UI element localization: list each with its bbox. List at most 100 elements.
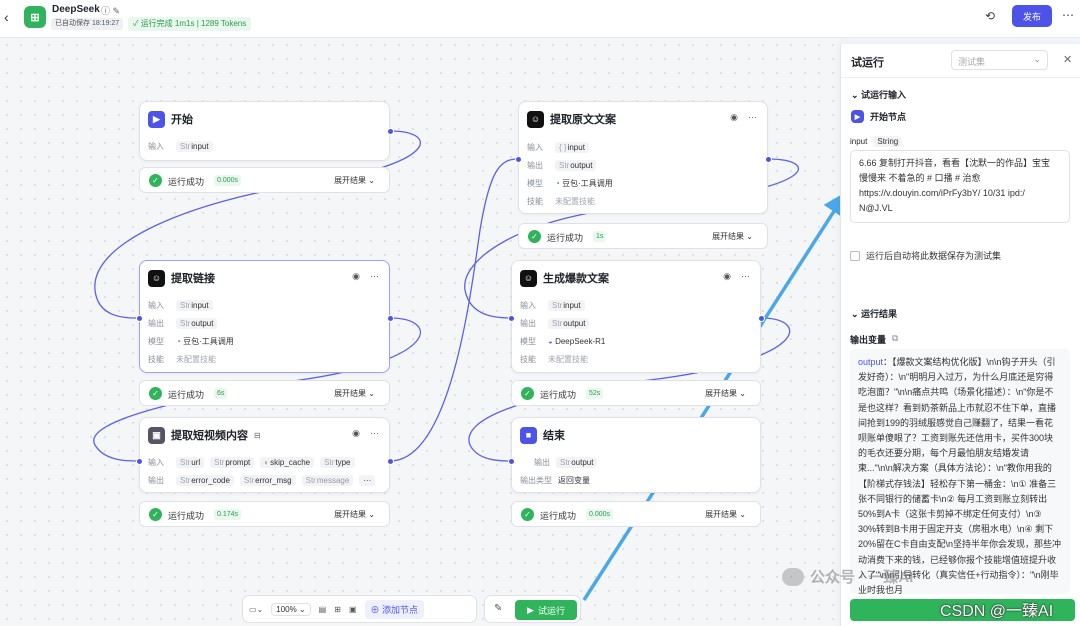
row-label: 输出 bbox=[520, 318, 536, 328]
section-toggle-result[interactable]: ⌄ 运行结果 bbox=[851, 307, 897, 320]
close-icon[interactable]: ✕ bbox=[1063, 53, 1072, 66]
llm-icon: ☺ bbox=[527, 110, 544, 128]
success-check-icon: ✓ bbox=[149, 174, 162, 187]
node-more-icon[interactable]: ··· bbox=[741, 271, 750, 282]
run-node-icon[interactable]: ◉ bbox=[730, 112, 738, 123]
add-node-button[interactable]: ⊕ 添加节点 bbox=[364, 599, 425, 619]
debug-wrench-icon[interactable]: ✎ bbox=[494, 603, 502, 614]
add-node-label: 添加节点 bbox=[382, 604, 419, 615]
node-extract-copy[interactable]: ☺ 提取原文文案 ◉ ··· 输入 { }input 输出 Stroutput 模… bbox=[515, 101, 772, 214]
node-header: ☺ 提取原文文案 bbox=[527, 110, 616, 128]
more-vars-button[interactable]: ··· bbox=[359, 474, 376, 486]
skill-row: 技能 未配置技能 bbox=[520, 352, 588, 366]
layout-icon[interactable]: ⊞ bbox=[334, 605, 341, 614]
output-port[interactable] bbox=[387, 458, 394, 465]
model-row: 模型 ◔ 豆包·工具调用 bbox=[148, 334, 234, 348]
zoom-select[interactable]: 100% ⌄ bbox=[271, 602, 311, 616]
expand-label: 展开结果 bbox=[334, 389, 367, 398]
output-key: output bbox=[858, 357, 884, 367]
output-port[interactable] bbox=[765, 156, 772, 163]
node-result-start: ✓ 运行成功 0.000s 展开结果 ⌄ bbox=[139, 167, 390, 193]
back-chevron-icon[interactable]: ‹ bbox=[4, 9, 16, 25]
input-port[interactable] bbox=[508, 315, 515, 322]
copy-icon[interactable]: ⧉ bbox=[892, 333, 898, 346]
output-port[interactable] bbox=[758, 315, 765, 322]
info-edit-icons[interactable]: ⓘ ✎ bbox=[101, 4, 120, 17]
test-run-button[interactable]: ▶ 试运行 bbox=[515, 600, 577, 620]
expand-result-button[interactable]: 展开结果 ⌄ bbox=[705, 388, 746, 399]
node-header: ▣ 提取短视频内容 ⊟ bbox=[148, 426, 261, 444]
expand-result-button[interactable]: 展开结果 ⌄ bbox=[712, 231, 753, 242]
model-text: 豆包·工具调用 bbox=[183, 336, 234, 346]
expand-label: 展开结果 bbox=[705, 510, 738, 519]
run-node-icon[interactable]: ◉ bbox=[352, 428, 360, 439]
start-node-title: 开始节点 bbox=[870, 112, 907, 122]
expand-result-button[interactable]: 展开结果 ⌄ bbox=[334, 388, 375, 399]
image-icon[interactable]: ▣ bbox=[349, 605, 357, 614]
deepseek-whale-icon: ◒ bbox=[548, 336, 553, 346]
var-tag: Strmessage bbox=[301, 474, 354, 486]
node-extract-link[interactable]: ☺ 提取链接 ◉ ··· 输入 Strinput 输出 Stroutput 模型 … bbox=[136, 260, 394, 373]
output-var-title: 输出变量 bbox=[850, 335, 887, 345]
success-check-icon: ✓ bbox=[528, 230, 541, 243]
var-tag: Strtype bbox=[320, 456, 355, 468]
testset-select[interactable]: 测试集 ⌄ bbox=[951, 50, 1048, 70]
minimap-icon[interactable]: ▭⌄ bbox=[249, 605, 263, 614]
checkbox[interactable] bbox=[850, 250, 860, 261]
result-status: 运行成功 bbox=[168, 390, 205, 400]
var-tag: Strinput bbox=[176, 299, 213, 311]
output-port[interactable] bbox=[387, 128, 394, 135]
success-check-icon: ✓ bbox=[149, 387, 162, 400]
comment-icon[interactable]: ▤ bbox=[319, 605, 327, 614]
testset-placeholder: 测试集 bbox=[958, 57, 986, 67]
expand-result-button[interactable]: 展开结果 ⌄ bbox=[334, 509, 375, 520]
node-title: 开始 bbox=[171, 114, 193, 126]
history-icon[interactable]: ⟲ bbox=[985, 9, 995, 23]
input-textarea[interactable]: 6.66 复制打开抖音，看看【沈默一的作品】宝宝 慢慢来 不着急的 # 口播 #… bbox=[850, 150, 1070, 223]
input-port[interactable] bbox=[136, 315, 143, 322]
row-label: 输出 bbox=[527, 160, 543, 170]
var-tag: Strprompt bbox=[210, 456, 255, 468]
publish-button[interactable]: 发布 bbox=[1012, 5, 1052, 27]
input-port[interactable] bbox=[508, 458, 515, 465]
model-text: 豆包·工具调用 bbox=[562, 178, 613, 188]
input-port[interactable] bbox=[136, 458, 143, 465]
output-port[interactable] bbox=[387, 315, 394, 322]
llm-icon: ☺ bbox=[520, 269, 537, 287]
node-header: ■ 结束 bbox=[520, 426, 565, 444]
node-title: 提取原文文案 bbox=[550, 114, 616, 126]
node-extract-video[interactable]: ▣ 提取短视频内容 ⊟ ◉ ··· 输入 Strurl Strprompt ◐sk… bbox=[136, 417, 394, 493]
node-title: 生成爆款文案 bbox=[543, 273, 609, 285]
run-node-icon[interactable]: ◉ bbox=[352, 271, 360, 282]
section-toggle-input[interactable]: ⌄ 试运行输入 bbox=[851, 88, 906, 101]
input-row: 输入 Strinput bbox=[520, 298, 585, 312]
row-label: 输入 bbox=[148, 457, 164, 467]
result-status: 运行成功 bbox=[168, 511, 205, 521]
output-row: 输出 Stroutput bbox=[148, 316, 218, 330]
result-status: 运行成功 bbox=[540, 511, 577, 521]
node-generate-copy[interactable]: ☺ 生成爆款文案 ◉ ··· 输入 Strinput 输出 Stroutput 模… bbox=[508, 260, 765, 373]
output-result-box: output：【爆款文案结构优化版】\n\n钩子开头（引发好奇）：\n"明明月入… bbox=[850, 349, 1070, 594]
output-text: ：【爆款文案结构优化版】\n\n钩子开头（引发好奇）：\n"明明月入过万，为什么… bbox=[858, 357, 1062, 594]
node-more-icon[interactable]: ··· bbox=[748, 112, 757, 123]
node-header: ▶ 开始 bbox=[148, 110, 193, 128]
more-icon[interactable]: ⋯ bbox=[1062, 8, 1074, 22]
output-row: 输出 Stroutput bbox=[527, 158, 597, 172]
result-status: 运行成功 bbox=[547, 233, 584, 243]
expand-result-button[interactable]: 展开结果 ⌄ bbox=[334, 175, 375, 186]
run-status-text: 运行完成 1m1s | 1289 Tokens bbox=[140, 19, 247, 28]
node-end[interactable]: ■ 结束 输出 Stroutput 输出类型 返回变量 bbox=[508, 417, 761, 493]
run-node-icon[interactable]: ◉ bbox=[723, 271, 731, 282]
node-more-icon[interactable]: ··· bbox=[370, 271, 379, 282]
app-logo-icon: ⊞ bbox=[24, 6, 46, 28]
input-port[interactable] bbox=[515, 156, 522, 163]
var-name: output bbox=[563, 318, 586, 328]
node-more-icon[interactable]: ··· bbox=[370, 428, 379, 439]
input-row: 输入 Strinput bbox=[148, 139, 213, 153]
var-name: input bbox=[191, 300, 209, 310]
expand-result-button[interactable]: 展开结果 ⌄ bbox=[705, 509, 746, 520]
node-header: ☺ 提取链接 bbox=[148, 269, 215, 287]
node-start[interactable]: ▶ 开始 输入 Strinput bbox=[139, 101, 394, 161]
save-testset-checkbox[interactable]: 运行后自动将此数据保存为测试集 bbox=[850, 249, 1001, 262]
row-label: 输入 bbox=[148, 141, 164, 151]
